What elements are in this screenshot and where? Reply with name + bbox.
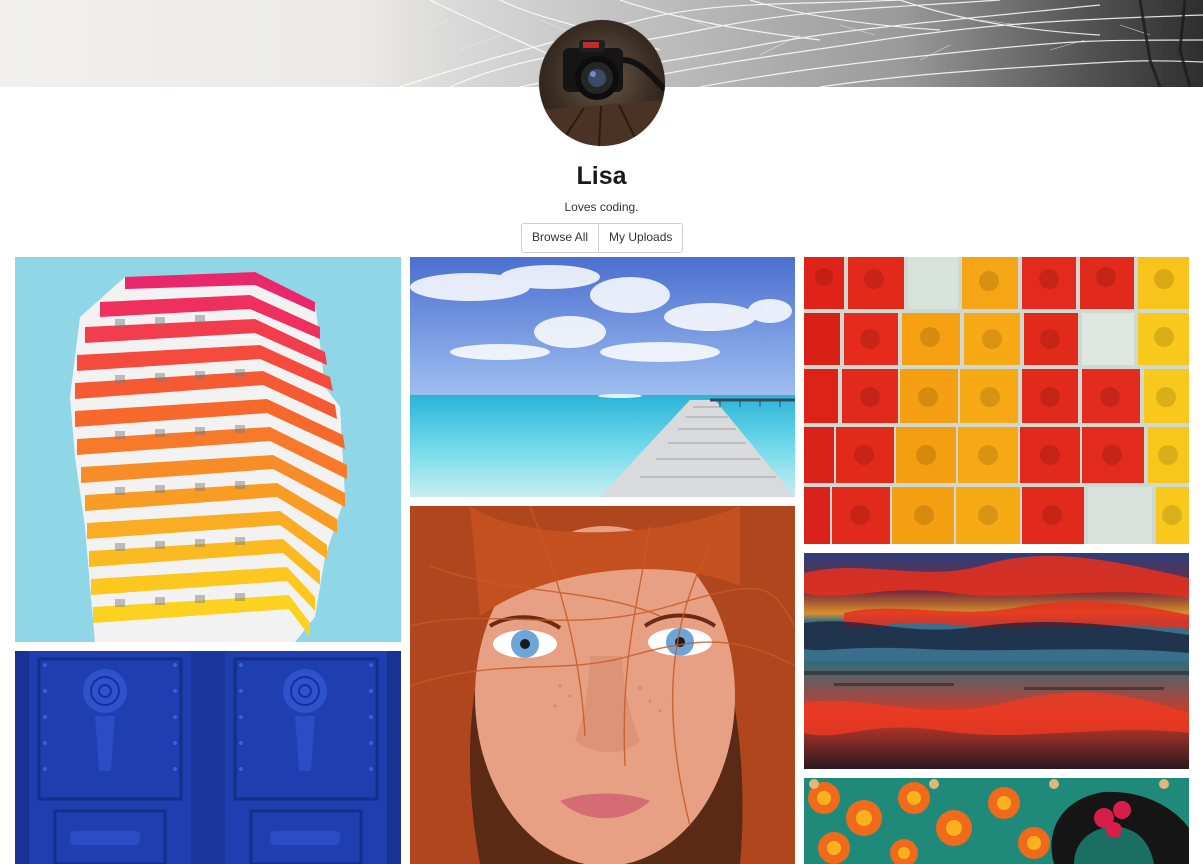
- photo-redhead-portrait[interactable]: [410, 506, 795, 864]
- photo-blue-door[interactable]: [15, 651, 401, 864]
- tab-my-uploads[interactable]: My Uploads: [598, 224, 683, 252]
- photo-flower-art[interactable]: [804, 778, 1189, 864]
- profile-page: Lisa Loves coding. Browse All My Uploads: [0, 0, 1203, 864]
- profile-bio: Loves coding.: [564, 200, 639, 214]
- photo-beach-pier[interactable]: [410, 257, 795, 497]
- photo-sunset-reflection[interactable]: [804, 553, 1189, 769]
- profile-name: Lisa: [576, 162, 627, 190]
- photo-orange-building[interactable]: [15, 257, 401, 642]
- profile-avatar[interactable]: [539, 20, 665, 146]
- camera-icon: [539, 40, 665, 146]
- view-toggle: Browse All My Uploads: [521, 223, 684, 253]
- tab-browse-all[interactable]: Browse All: [522, 224, 599, 252]
- photo-tomatoes[interactable]: [804, 257, 1189, 544]
